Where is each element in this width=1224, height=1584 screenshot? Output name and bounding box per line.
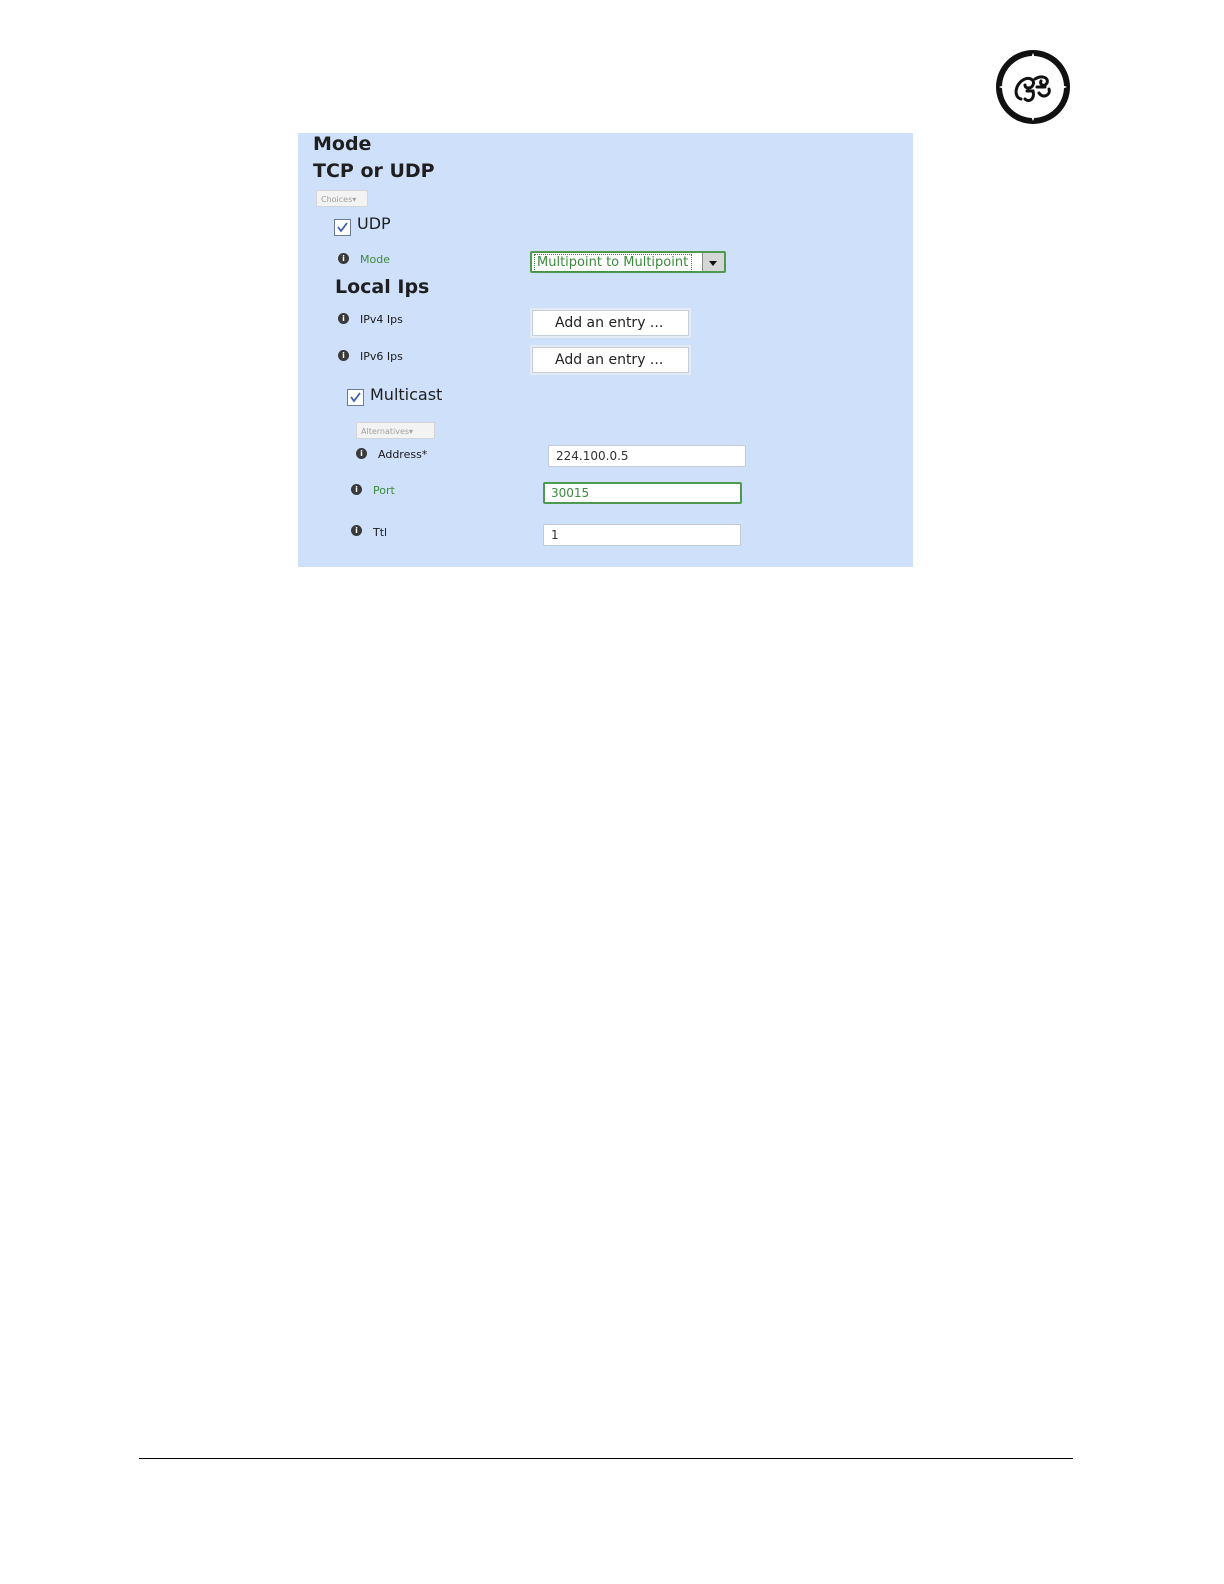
ipv6-ips-label: IPv6 Ips: [360, 350, 403, 363]
udp-checkbox[interactable]: [334, 219, 351, 236]
local-ips-title: Local Ips: [335, 276, 430, 298]
mode-label: Mode: [360, 253, 390, 266]
multicast-checkbox[interactable]: [347, 389, 364, 406]
info-icon[interactable]: i: [351, 525, 362, 536]
alternatives-dropdown[interactable]: Alternatives▾: [356, 422, 435, 439]
mode-select-value: Multipoint to Multipoint: [534, 254, 692, 272]
ge-logo-icon: [996, 50, 1070, 124]
address-label: Address*: [378, 448, 428, 461]
info-icon[interactable]: i: [338, 313, 349, 324]
info-icon[interactable]: i: [351, 484, 362, 495]
ipv4-ips-label: IPv4 Ips: [360, 313, 403, 326]
ipv6-add-entry-button[interactable]: Add an entry ...: [532, 347, 689, 373]
subsection-title: TCP or UDP: [313, 160, 435, 182]
address-input[interactable]: 224.100.0.5: [548, 445, 746, 467]
dropdown-arrow-icon[interactable]: [702, 253, 724, 271]
info-icon[interactable]: i: [356, 448, 367, 459]
ipv4-add-entry-button[interactable]: Add an entry ...: [532, 310, 689, 336]
port-input[interactable]: 30015: [543, 482, 742, 504]
mode-select[interactable]: Multipoint to Multipoint: [530, 251, 726, 273]
footer-divider: [139, 1458, 1073, 1459]
config-panel: Mode TCP or UDP Choices▾ UDP i Mode Mult…: [298, 133, 913, 567]
ttl-label: Ttl: [373, 526, 388, 539]
checkmark-icon: [350, 392, 361, 403]
ttl-input[interactable]: 1: [543, 524, 741, 546]
multicast-label: Multicast: [370, 385, 443, 404]
choices-dropdown[interactable]: Choices▾: [316, 190, 368, 207]
port-label: Port: [373, 484, 395, 497]
section-title: Mode: [313, 133, 372, 155]
checkmark-icon: [337, 222, 348, 233]
udp-label: UDP: [357, 214, 391, 233]
info-icon[interactable]: i: [338, 350, 349, 361]
info-icon[interactable]: i: [338, 253, 349, 264]
